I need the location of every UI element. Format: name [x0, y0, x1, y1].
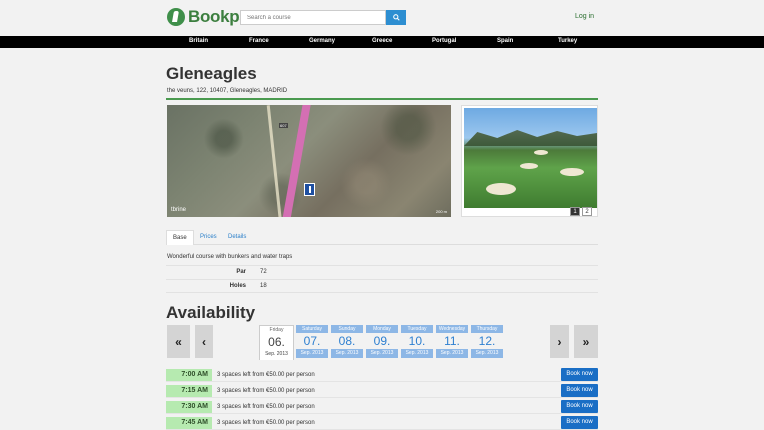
photo-page-2[interactable]: 2	[582, 207, 592, 216]
page-title: Gleneagles	[166, 64, 257, 83]
day-month: Sep. 2013	[331, 349, 363, 358]
nav-item-greece[interactable]: Greece	[372, 38, 392, 44]
day-month: Sep. 2013	[471, 349, 503, 358]
spaces-left: 3 spaces left from €50.00 per person	[217, 420, 315, 426]
map-provider-logo: tbrine	[171, 207, 187, 213]
day-name: Tuesday	[401, 325, 433, 333]
next-week-button[interactable]: »	[574, 325, 598, 358]
day-saturday[interactable]: Saturday 07. Sep. 2013	[296, 325, 328, 360]
tab-prices[interactable]: Prices	[194, 230, 223, 245]
tee-time: 7:00 AM	[166, 369, 212, 381]
day-thursday[interactable]: Thursday 12. Sep. 2013	[471, 325, 503, 360]
nav-item-spain[interactable]: Spain	[497, 38, 513, 44]
info-key: Par	[236, 269, 246, 275]
day-date: 10.	[408, 334, 426, 348]
nav-item-turkey[interactable]: Turkey	[558, 38, 577, 44]
book-now-button[interactable]: Book now	[561, 400, 598, 413]
site-header: Bookpar Log in	[0, 0, 764, 36]
photo-bunker	[534, 150, 548, 155]
day-name: Friday	[269, 327, 284, 333]
day-date: 06.	[268, 335, 285, 349]
double-chevron-right-icon: »	[582, 334, 590, 349]
book-now-button[interactable]: Book now	[561, 368, 598, 381]
day-sunday[interactable]: Sunday 08. Sep. 2013	[331, 325, 363, 360]
spaces-left: 3 spaces left from €50.00 per person	[217, 372, 315, 378]
course-tabs: Base Prices Details	[166, 230, 598, 245]
day-name: Sunday	[331, 325, 363, 333]
day-name: Saturday	[296, 325, 328, 333]
day-friday[interactable]: Friday 06. Sep. 2013	[259, 325, 294, 360]
golf-flag-icon	[167, 8, 185, 26]
day-wednesday[interactable]: Wednesday 11. Sep. 2013	[436, 325, 468, 360]
country-nav: Britain France Germany Greece Portugal S…	[0, 36, 764, 48]
day-month: Sep. 2013	[296, 349, 328, 358]
tee-time-row: 7:30 AM 3 spaces left from €50.00 per pe…	[166, 400, 598, 414]
course-photo-gallery	[461, 105, 598, 217]
day-date: 07.	[303, 334, 321, 348]
tab-base[interactable]: Base	[166, 230, 194, 245]
tee-time-row: 7:45 AM 3 spaces left from €50.00 per pe…	[166, 416, 598, 430]
photo-hills	[464, 130, 597, 146]
info-row-par: Par 72	[166, 265, 598, 279]
book-now-button[interactable]: Book now	[561, 416, 598, 429]
photo-bunker	[520, 163, 538, 169]
day-tuesday[interactable]: Tuesday 10. Sep. 2013	[401, 325, 433, 360]
day-month: Sep. 2013	[436, 349, 468, 358]
nav-item-france[interactable]: France	[249, 38, 269, 44]
double-chevron-left-icon: «	[175, 334, 182, 349]
photo-page-1[interactable]: 1	[570, 207, 580, 216]
day-month: Sep. 2013	[401, 349, 433, 358]
course-description: Wonderful course with bunkers and water …	[167, 254, 293, 260]
road-label: 607	[279, 123, 288, 128]
prev-week-button[interactable]: «	[167, 325, 190, 358]
day-date: 08.	[338, 334, 356, 348]
title-divider	[166, 98, 598, 100]
photo-bunker	[486, 183, 516, 195]
info-key: Holes	[229, 283, 246, 289]
day-monday[interactable]: Monday 09. Sep. 2013	[366, 325, 398, 360]
day-date: 12.	[478, 334, 496, 348]
day-name: Thursday	[471, 325, 503, 333]
map-scale: 200 m	[435, 209, 447, 214]
photo-bunker	[560, 168, 584, 176]
search-button[interactable]	[386, 10, 406, 25]
spaces-left: 3 spaces left from €50.00 per person	[217, 404, 315, 410]
chevron-left-icon: ‹	[202, 334, 206, 349]
photo-pagination: 1 2	[570, 207, 592, 216]
book-now-button[interactable]: Book now	[561, 384, 598, 397]
info-value: 18	[260, 283, 267, 289]
tee-time-row: 7:15 AM 3 spaces left from €50.00 per pe…	[166, 384, 598, 398]
tee-time: 7:45 AM	[166, 417, 212, 429]
day-date: 09.	[373, 334, 391, 348]
map-terrain	[167, 105, 451, 217]
nav-item-britain[interactable]: Britain	[189, 38, 208, 44]
tee-time: 7:30 AM	[166, 401, 212, 413]
search-input[interactable]	[240, 10, 386, 25]
day-date: 11.	[444, 334, 460, 348]
day-name: Wednesday	[436, 325, 468, 333]
info-value: 72	[260, 269, 267, 275]
nav-item-germany[interactable]: Germany	[309, 38, 335, 44]
search-icon	[392, 14, 400, 21]
spaces-left: 3 spaces left from €50.00 per person	[217, 388, 315, 394]
course-map[interactable]: 607 tbrine 200 m	[167, 105, 451, 217]
day-name: Monday	[366, 325, 398, 333]
search-bar	[240, 10, 406, 25]
tee-time-row: 7:00 AM 3 spaces left from €50.00 per pe…	[166, 368, 598, 382]
course-location-pin[interactable]	[304, 183, 315, 196]
prev-day-button[interactable]: ‹	[195, 325, 213, 358]
course-photo[interactable]	[464, 108, 597, 208]
nav-item-portugal[interactable]: Portugal	[432, 38, 456, 44]
day-month: Sep. 2013	[366, 349, 398, 358]
day-month: Sep. 2013	[265, 351, 288, 357]
login-link[interactable]: Log in	[575, 13, 594, 20]
availability-title: Availability	[166, 303, 256, 322]
next-day-button[interactable]: ›	[550, 325, 569, 358]
tab-details[interactable]: Details	[222, 230, 252, 245]
info-row-holes: Holes 18	[166, 279, 598, 293]
chevron-right-icon: ›	[557, 334, 562, 349]
course-address: the veuns, 122, 10407, Gleneagles, MADRI…	[167, 88, 288, 94]
tee-time: 7:15 AM	[166, 385, 212, 397]
